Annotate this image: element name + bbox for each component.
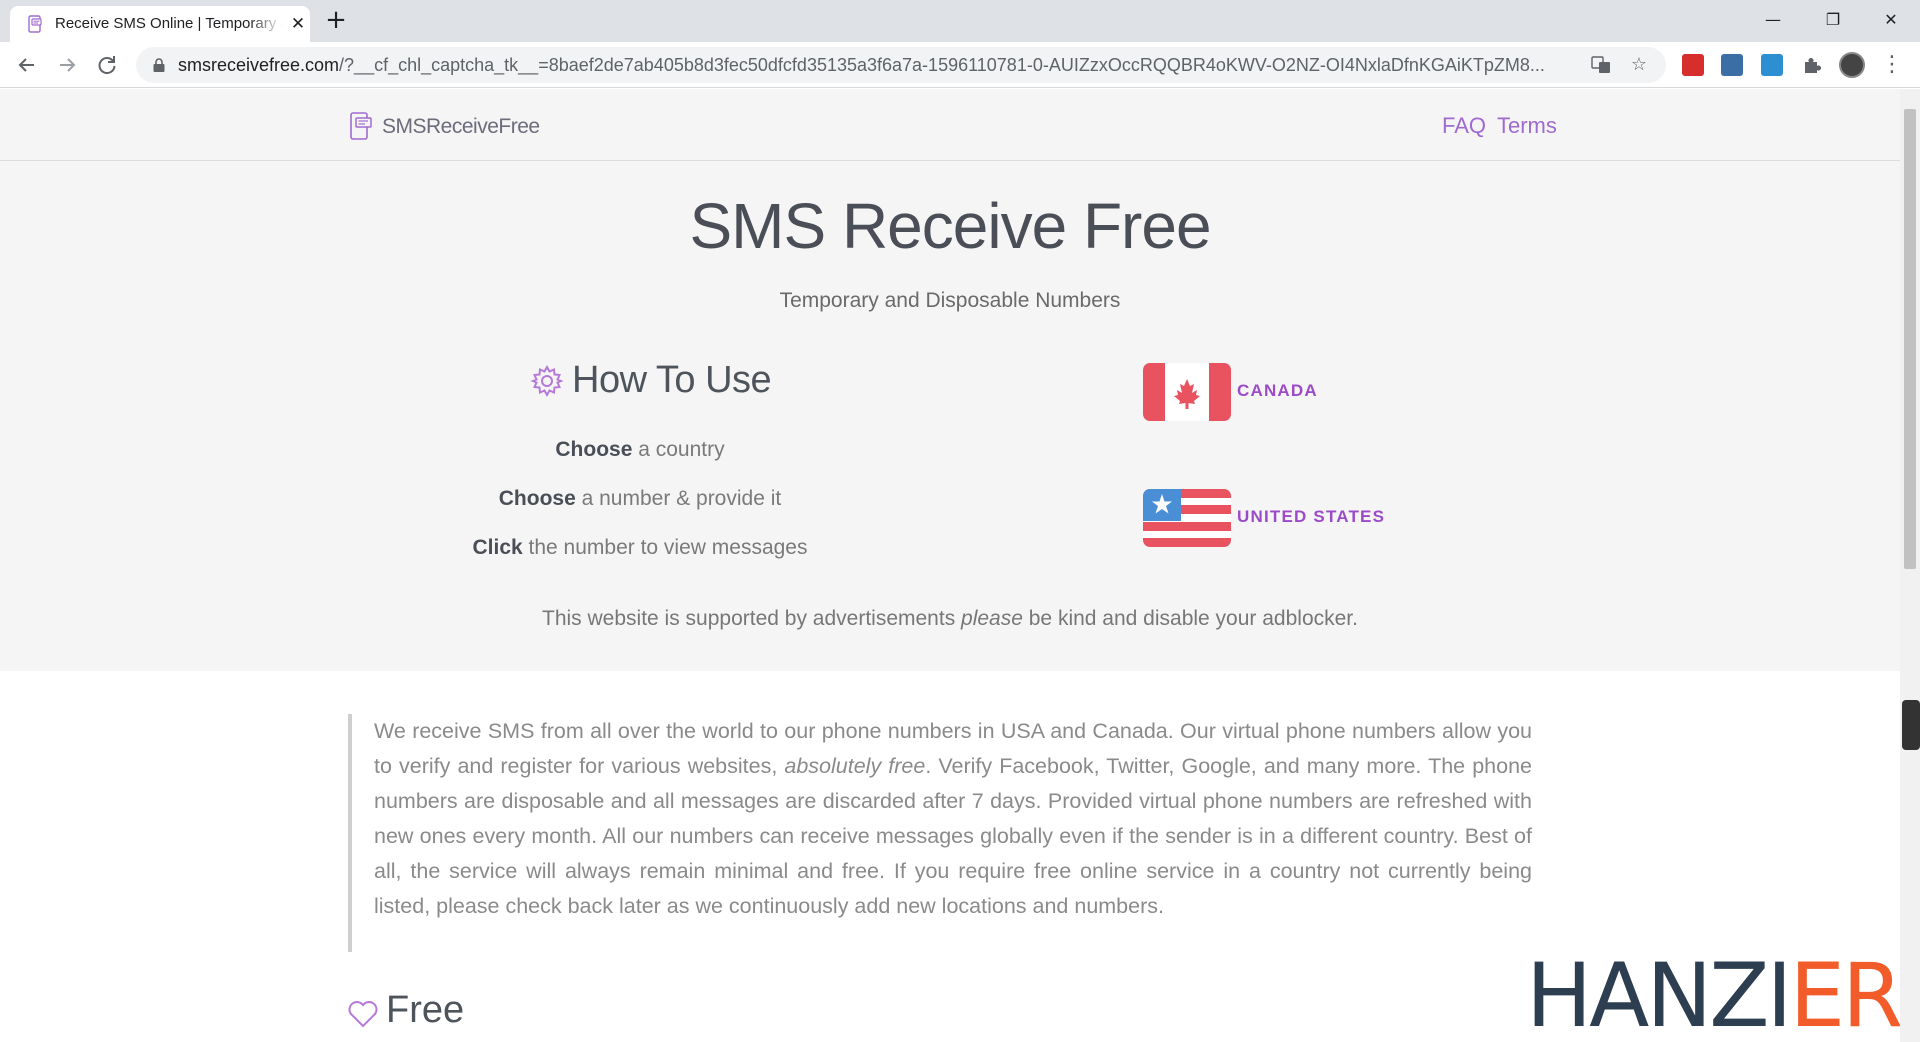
watermark-text-accent: ER [1789,944,1903,1042]
brand-name[interactable]: SMSReceiveFree [382,115,540,139]
watermark-text: HANZI [1526,944,1792,1042]
browser-toolbar: smsreceivefree.com/?__cf_chl_captcha_tk_… [0,42,1920,88]
adblock-notice: This website is supported by advertiseme… [0,607,1900,631]
extension-s-icon[interactable] [1761,54,1783,76]
url-text: smsreceivefree.com/?__cf_chl_captcha_tk_… [178,55,1578,76]
how-to-step-1: Choose a country [440,438,840,462]
window-minimize-button[interactable]: — [1750,0,1796,40]
intro-blockquote: We receive SMS from all over the world t… [348,714,1532,952]
site-header: SMSReceiveFree FAQ Terms [0,89,1900,161]
adblock-notice-text: This website is supported by advertiseme… [542,607,962,630]
forward-arrow-icon[interactable] [52,50,82,80]
canada-flag-icon[interactable] [1143,363,1231,421]
step-text: a number & provide it [575,487,782,510]
window-restore-button[interactable]: ❐ [1810,0,1856,40]
address-bar[interactable]: smsreceivefree.com/?__cf_chl_captcha_tk_… [136,47,1666,83]
page-title: SMS Receive Free [689,190,1211,262]
tab-strip: Receive SMS Online | Temporary and Dispo… [0,0,1920,42]
page-viewport: SMSReceiveFree FAQ Terms SMS Receive Fre… [0,89,1900,1042]
tab-title: Receive SMS Online | Temporary and Dispo… [55,15,283,32]
how-to-step-3: Click the number to view messages [440,536,840,560]
page-scrollbar[interactable] [1900,89,1920,1042]
extension-blue-icon[interactable] [1721,54,1743,76]
back-arrow-icon[interactable] [12,50,42,80]
profile-avatar[interactable] [1839,52,1865,78]
side-widget-handle[interactable] [1902,700,1920,750]
country-link-canada[interactable]: CANADA [1237,381,1318,401]
hero-section: SMSReceiveFree FAQ Terms SMS Receive Fre… [0,89,1900,671]
window-close-button[interactable]: ✕ [1868,0,1914,40]
browser-tab[interactable]: Receive SMS Online | Temporary and Dispo… [10,6,310,42]
phone-favicon-icon [28,15,42,33]
step-text: a country [632,438,725,461]
nav-link-faq[interactable]: FAQ [1442,113,1486,139]
how-to-step-2: Choose a number & provide it [440,487,840,511]
url-host: smsreceivefree.com [178,55,340,75]
page-subtitle: Temporary and Disposable Numbers [779,289,1121,312]
intro-paragraph: We receive SMS from all over the world t… [374,714,1532,924]
step-verb: Click [472,536,523,559]
watermark-logo: HANZIER [1526,952,1903,1040]
translate-icon[interactable] [1589,54,1613,76]
adblock-notice-emphasis: please [961,607,1023,630]
intro-text: . Verify Facebook, Twitter, Google, and … [374,754,1532,918]
heart-icon [348,1001,378,1028]
adblock-notice-text: be kind and disable your adblocker. [1022,607,1358,630]
scrollbar-thumb[interactable] [1904,109,1916,569]
browser-menu-icon[interactable]: ⋮ [1880,50,1904,80]
free-section-heading: Free [386,989,465,1031]
phone-icon[interactable] [349,111,373,141]
reload-icon[interactable] [92,50,122,80]
puzzle-icon[interactable] [1801,54,1823,76]
new-tab-button[interactable]: + [322,6,350,34]
country-link-united-states[interactable]: UNITED STATES [1237,507,1385,527]
step-verb: Choose [555,438,633,461]
url-path: /?__cf_chl_captcha_tk__=8baef2de7ab405b8… [339,55,1545,75]
gear-icon [530,364,564,398]
step-text: the number to view messages [522,536,808,559]
usa-flag-icon[interactable] [1143,489,1231,547]
lock-icon [153,58,165,72]
nav-link-terms[interactable]: Terms [1497,113,1557,139]
extension-red-icon[interactable] [1682,54,1704,76]
how-to-use-heading: How To Use [572,359,772,401]
tab-close-icon[interactable]: ✕ [288,14,308,34]
step-verb: Choose [498,487,576,510]
star-icon[interactable]: ☆ [1627,54,1651,76]
intro-emphasis: absolutely free [784,754,926,778]
